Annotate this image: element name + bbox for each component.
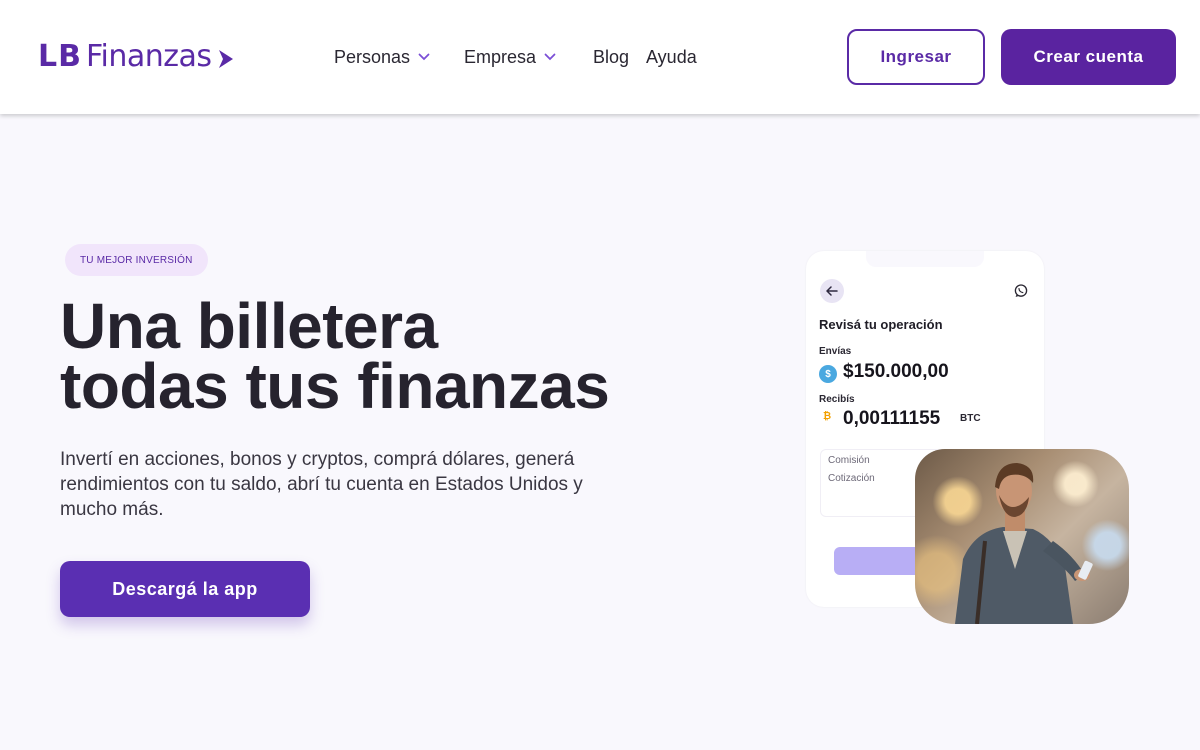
send-label: Envías	[819, 346, 852, 357]
hero-title: Una billetera todas tus finanzas	[60, 290, 660, 422]
hero-title-line-1: Una billetera	[60, 290, 438, 362]
nav-ayuda-label: Ayuda	[646, 46, 697, 67]
commission-label: Comisión	[828, 455, 870, 466]
logo-lb-text: LB	[38, 39, 82, 74]
logo-arrow-icon	[218, 49, 233, 68]
nav-blog-label: Blog	[593, 46, 630, 67]
phone-notch	[866, 251, 984, 267]
chevron-down-icon	[544, 53, 556, 61]
operation-title: Revisá tu operación	[819, 317, 943, 332]
chevron-down-icon	[418, 53, 430, 61]
hero-title-line-2: todas tus finanzas	[60, 350, 610, 422]
receive-unit: BTC	[960, 413, 981, 424]
person-with-phone-image	[955, 463, 1093, 624]
receive-amount: 0,00111155	[843, 408, 941, 429]
bitcoin-icon: ₿	[823, 411, 832, 422]
logo-name-text: Finanzas	[85, 39, 212, 74]
nav-personas-label: Personas	[334, 46, 411, 67]
create-account-button[interactable]: Crear cuenta	[1001, 29, 1176, 85]
quote-label: Cotización	[828, 473, 875, 484]
nav-blog[interactable]: Blog	[593, 47, 629, 68]
nav-empresa[interactable]: Empresa	[464, 47, 556, 68]
usd-coin-icon: $	[819, 365, 837, 383]
nav-empresa-label: Empresa	[464, 46, 537, 67]
hero-description: Invertí en acciones, bonos y cryptos, co…	[60, 449, 583, 520]
receive-label: Recibís	[819, 394, 855, 405]
hero-badge: TU MEJOR INVERSIÓN	[65, 244, 208, 276]
whatsapp-icon	[1014, 284, 1028, 297]
back-arrow-icon	[820, 279, 844, 303]
download-app-button[interactable]: Descargá la app	[60, 561, 310, 617]
nav-ayuda[interactable]: Ayuda	[646, 47, 697, 68]
login-button[interactable]: Ingresar	[847, 29, 985, 85]
nav-personas[interactable]: Personas	[334, 47, 430, 68]
person-photo	[915, 449, 1129, 624]
top-navbar: LB Finanzas Personas Empresa Blog Ayuda …	[0, 0, 1200, 114]
send-amount: $150.000,00	[843, 361, 949, 382]
brand-logo[interactable]: LB Finanzas	[38, 39, 234, 74]
